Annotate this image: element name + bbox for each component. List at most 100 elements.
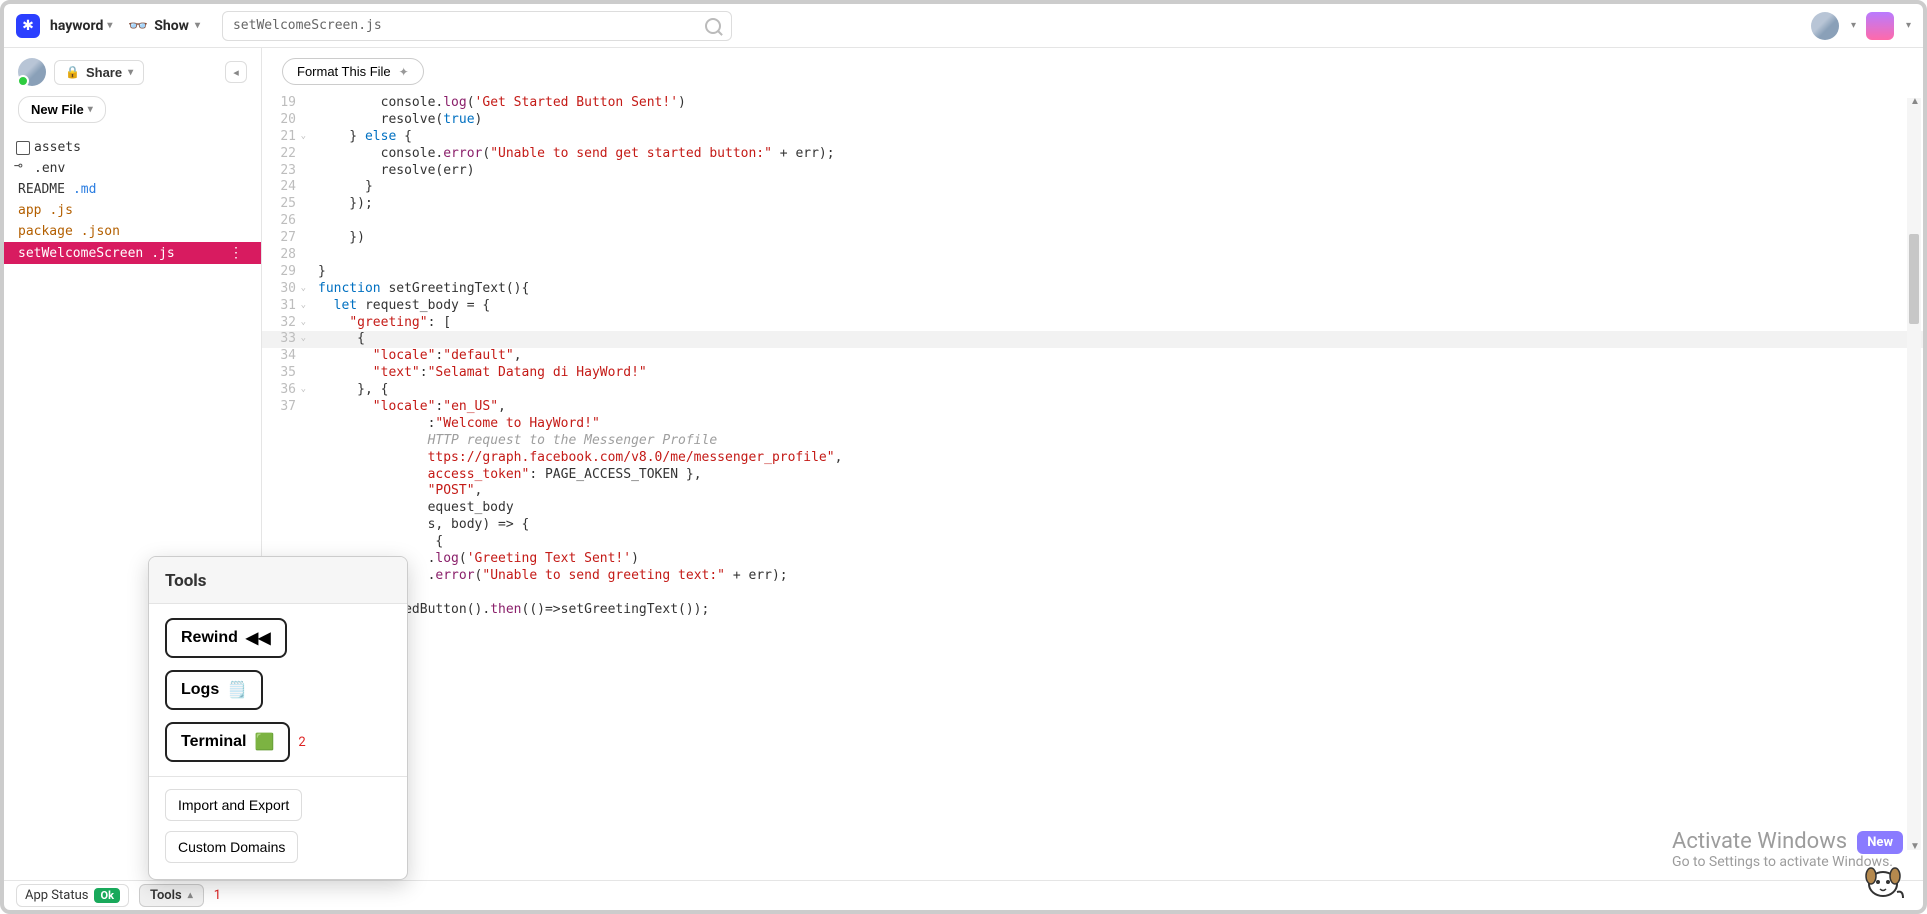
- fold-icon[interactable]: ⌄: [301, 333, 306, 345]
- code-line[interactable]: 56}: [262, 585, 1923, 602]
- code-content[interactable]: } else {: [306, 129, 412, 146]
- code-content[interactable]: let request_body = {: [306, 298, 490, 315]
- chevron-down-icon: ▾: [128, 67, 133, 78]
- code-content[interactable]: [306, 213, 318, 230]
- file-package-json[interactable]: package.json: [4, 221, 261, 242]
- code-line[interactable]: 22 console.error("Unable to send get sta…: [262, 146, 1923, 163]
- code-line[interactable]: equest_body: [262, 500, 1923, 517]
- code-content[interactable]: HTTP request to the Messenger Profile: [306, 433, 717, 450]
- code-line[interactable]: HTTP request to the Messenger Profile: [262, 433, 1923, 450]
- code-content[interactable]: "POST",: [306, 483, 482, 500]
- code-content[interactable]: equest_body: [306, 500, 514, 517]
- file-more-icon[interactable]: ⋮: [229, 245, 247, 261]
- scrollbar-thumb[interactable]: [1909, 234, 1919, 324]
- fold-icon[interactable]: ⌄: [301, 131, 306, 143]
- code-content[interactable]: }, {: [306, 382, 388, 399]
- fold-icon[interactable]: ⌄: [301, 300, 306, 312]
- code-content[interactable]: });: [306, 196, 373, 213]
- terminal-button[interactable]: Terminal 🟩: [165, 722, 290, 762]
- code-line[interactable]: 19 console.log('Get Started Button Sent!…: [262, 95, 1923, 112]
- logs-button[interactable]: Logs 🗒️: [165, 670, 263, 710]
- project-switcher[interactable]: hayword ▾: [50, 18, 112, 34]
- code-content[interactable]: function setGreetingText(){: [306, 281, 529, 298]
- code-content[interactable]: "locale":"en_US",: [306, 399, 506, 416]
- format-file-button[interactable]: Format This File ✦: [282, 58, 424, 85]
- code-line[interactable]: 37 "locale":"en_US",: [262, 399, 1923, 416]
- code-line[interactable]: 35 "text":"Selamat Datang di HayWord!": [262, 365, 1923, 382]
- code-editor[interactable]: 19 console.log('Get Started Button Sent!…: [262, 95, 1923, 880]
- code-content[interactable]: {: [306, 534, 443, 551]
- app-status-indicator[interactable]: App Status Ok: [16, 884, 129, 907]
- show-toggle[interactable]: 👓 Show ▾: [128, 16, 200, 35]
- code-content[interactable]: }): [306, 230, 365, 247]
- new-file-button[interactable]: New File ▾: [18, 96, 106, 123]
- file-folder-assets[interactable]: assets: [4, 137, 261, 158]
- code-line[interactable]: 36⌄ }, {: [262, 382, 1923, 399]
- share-button[interactable]: 🔒 Share ▾: [54, 60, 144, 85]
- rewind-icon: ◀◀: [246, 628, 271, 648]
- code-line[interactable]: "POST",: [262, 483, 1923, 500]
- code-content[interactable]: }: [306, 264, 326, 281]
- editor-scrollbar[interactable]: ▲ ▼: [1907, 98, 1921, 850]
- file-app-js[interactable]: app.js: [4, 200, 261, 221]
- file-readme[interactable]: README.md: [4, 179, 261, 200]
- code-content[interactable]: "locale":"default",: [306, 348, 522, 365]
- code-content[interactable]: "greeting": [: [306, 315, 451, 332]
- code-line[interactable]: 27 }): [262, 230, 1923, 247]
- user-avatar[interactable]: [1811, 12, 1839, 40]
- code-line[interactable]: .log('Greeting Text Sent!'): [262, 551, 1923, 568]
- code-content[interactable]: resolve(true): [306, 112, 482, 129]
- fold-icon[interactable]: ⌄: [301, 283, 306, 295]
- new-badge[interactable]: New: [1857, 831, 1903, 854]
- fold-icon[interactable]: ⌄: [301, 317, 306, 329]
- code-content[interactable]: {: [306, 331, 365, 348]
- custom-domains-button[interactable]: Custom Domains: [165, 831, 298, 863]
- code-content[interactable]: ttps://graph.facebook.com/v8.0/me/messen…: [306, 450, 842, 467]
- rewind-button[interactable]: Rewind ◀◀: [165, 618, 287, 658]
- code-content[interactable]: :"Welcome to HayWord!": [306, 416, 600, 433]
- scroll-down-icon[interactable]: ▼: [1910, 841, 1920, 852]
- code-content[interactable]: console.log('Get Started Button Sent!'): [306, 95, 686, 112]
- search-input[interactable]: [233, 18, 721, 33]
- owner-avatar[interactable]: [18, 58, 46, 86]
- mascot-dog-icon[interactable]: [1861, 862, 1905, 902]
- code-line[interactable]: {: [262, 534, 1923, 551]
- code-line[interactable]: .error("Unable to send greeting text:" +…: [262, 568, 1923, 585]
- code-line[interactable]: 29}: [262, 264, 1923, 281]
- code-line[interactable]: 33⌄ {: [262, 331, 1923, 348]
- code-line[interactable]: s, body) => {: [262, 517, 1923, 534]
- code-line[interactable]: 30⌄function setGreetingText(){: [262, 281, 1923, 298]
- code-line[interactable]: access_token": PAGE_ACCESS_TOKEN },: [262, 467, 1923, 484]
- file-env[interactable]: .env: [4, 158, 261, 179]
- code-line[interactable]: 24 }: [262, 179, 1923, 196]
- code-line[interactable]: 20 resolve(true): [262, 112, 1923, 129]
- code-line[interactable]: ttps://graph.facebook.com/v8.0/me/messen…: [262, 450, 1923, 467]
- code-line[interactable]: 26: [262, 213, 1923, 230]
- code-line[interactable]: 28: [262, 247, 1923, 264]
- code-line[interactable]: 23 resolve(err): [262, 163, 1923, 180]
- annotation-2: 2: [298, 735, 305, 750]
- code-line[interactable]: 57setGetStartedButton().then(()=>setGree…: [262, 602, 1923, 619]
- scroll-up-icon[interactable]: ▲: [1910, 96, 1920, 107]
- code-content[interactable]: [306, 247, 318, 264]
- tools-menu-button[interactable]: Tools ▴: [139, 884, 204, 907]
- import-export-button[interactable]: Import and Export: [165, 789, 302, 821]
- code-content[interactable]: "text":"Selamat Datang di HayWord!": [306, 365, 647, 382]
- code-content[interactable]: resolve(err): [306, 163, 475, 180]
- code-content[interactable]: s, body) => {: [306, 517, 529, 534]
- code-line[interactable]: 32⌄ "greeting": [: [262, 315, 1923, 332]
- code-line[interactable]: 34 "locale":"default",: [262, 348, 1923, 365]
- collapse-sidebar-button[interactable]: ◂: [225, 61, 247, 83]
- search-bar[interactable]: [222, 11, 732, 41]
- code-content[interactable]: access_token": PAGE_ACCESS_TOKEN },: [306, 467, 702, 484]
- code-line[interactable]: 25 });: [262, 196, 1923, 213]
- code-line[interactable]: :"Welcome to HayWord!": [262, 416, 1923, 433]
- code-line[interactable]: 31⌄ let request_body = {: [262, 298, 1923, 315]
- fold-icon[interactable]: ⌄: [301, 384, 306, 396]
- code-content[interactable]: console.error("Unable to send get starte…: [306, 146, 835, 163]
- community-avatar[interactable]: [1866, 12, 1894, 40]
- file-setwelcomescreen-js[interactable]: setWelcomeScreen.js ⋮: [4, 242, 261, 264]
- code-line[interactable]: 21⌄ } else {: [262, 129, 1923, 146]
- line-number: [262, 500, 306, 517]
- code-content[interactable]: }: [306, 179, 373, 196]
